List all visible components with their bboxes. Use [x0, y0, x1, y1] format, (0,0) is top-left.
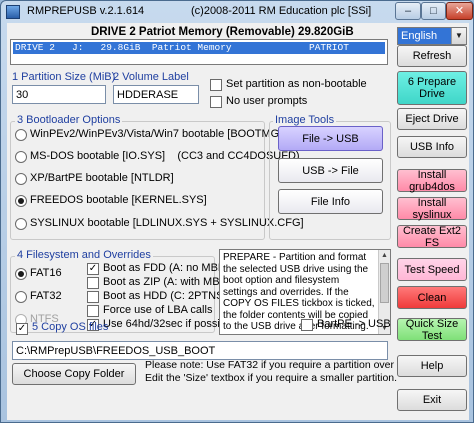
choose-copy-folder-button[interactable]: Choose Copy Folder — [12, 363, 136, 385]
boot-option-freedos-radio[interactable] — [15, 195, 27, 207]
install-grub4dos-button[interactable]: Install grub4dos — [397, 169, 467, 193]
create-ext2-button[interactable]: Create Ext2 FS — [397, 225, 467, 249]
force-lba-label: Force use of LBA calls — [103, 304, 213, 316]
partition-size-input[interactable]: 30 — [12, 85, 106, 104]
chevron-down-icon[interactable]: ▼ — [451, 28, 466, 44]
fat32-radio[interactable] — [15, 291, 27, 303]
language-select[interactable]: English ▼ — [397, 27, 467, 45]
no-prompts-label: No user prompts — [226, 95, 308, 107]
scroll-thumb[interactable] — [380, 263, 389, 303]
boot-option-xp-label: XP/BartPE bootable [NTLDR] — [30, 172, 174, 184]
copy-os-checkbox[interactable]: ✓ — [16, 323, 28, 335]
window-copyright: (c)2008-2011 RM Education plc [SSi] — [191, 5, 372, 17]
fat16-label: FAT16 — [30, 267, 62, 279]
main-panel: DRIVE 2 Patriot Memory (Removable) 29.82… — [7, 23, 469, 420]
clean-button[interactable]: Clean — [397, 286, 467, 309]
note-line-2: Edit the 'Size' textbox if you require a… — [145, 372, 398, 384]
drive-row-selected[interactable]: DRIVE 2 J: 29.8GiB Patriot Memory PATRIOT — [13, 42, 385, 54]
usb-to-file-button[interactable]: USB -> File — [278, 158, 383, 183]
boot-option-winpe-radio[interactable] — [15, 129, 27, 141]
test-speed-button[interactable]: Test Speed — [397, 258, 467, 281]
no-prompts-checkbox[interactable] — [210, 96, 222, 108]
filesystem-title: 4 Filesystem and Overrides — [15, 249, 153, 261]
boot-fdd-label: Boot as FDD (A: no MBR) — [103, 262, 230, 274]
minimize-icon[interactable]: – — [395, 2, 421, 20]
bartpe-checkbox[interactable] — [301, 319, 313, 331]
drive-list[interactable]: DRIVE 2 J: 29.8GiB Patriot Memory PATRIOT — [10, 39, 388, 65]
partition-size-label: 1 Partition Size (MiB) — [12, 71, 116, 83]
app-icon — [6, 5, 20, 19]
title-bar: RMPREPUSB v.2.1.614 (c)2008-2011 RM Educ… — [1, 1, 473, 23]
eject-drive-button[interactable]: Eject Drive — [397, 108, 467, 130]
file-info-button[interactable]: File Info — [278, 189, 383, 214]
language-value: English — [401, 30, 438, 42]
bartpe-label: BartPE -> USB — [317, 318, 391, 330]
window-title: RMPREPUSB v.2.1.614 — [27, 5, 145, 17]
fat32-label: FAT32 — [30, 290, 62, 302]
help-button[interactable]: Help — [397, 355, 467, 377]
fat16-radio[interactable] — [15, 268, 27, 280]
boot-option-msdos-label: MS-DOS bootable [IO.SYS] (CC3 and CC4DOS… — [30, 150, 300, 162]
close-icon[interactable]: ✕ — [446, 2, 473, 20]
boot-option-syslinux-label: SYSLINUX bootable [LDLINUX.SYS + SYSLINU… — [30, 217, 304, 229]
boot-fdd-checkbox[interactable]: ✓ — [87, 263, 99, 275]
volume-label-label: 2 Volume Label — [113, 71, 189, 83]
usb-info-button[interactable]: USB Info — [397, 136, 467, 158]
file-to-usb-button[interactable]: File -> USB — [278, 126, 383, 151]
boot-option-syslinux-radio[interactable] — [15, 218, 27, 230]
copy-os-label: 5 Copy OS files — [32, 321, 109, 333]
boot-zip-checkbox[interactable] — [87, 277, 99, 289]
boot-hdd-checkbox[interactable] — [87, 291, 99, 303]
use-64hd-label: Use 64hd/32sec if possible — [103, 318, 235, 330]
non-bootable-checkbox[interactable] — [210, 79, 222, 91]
image-tools-title: Image Tools — [273, 114, 337, 126]
non-bootable-label: Set partition as non-bootable — [226, 78, 367, 90]
drive-header: DRIVE 2 Patriot Memory (Removable) 29.82… — [91, 26, 354, 38]
quick-size-test-button[interactable]: Quick Size Test — [397, 318, 467, 342]
install-syslinux-button[interactable]: Install syslinux — [397, 197, 467, 221]
boot-zip-label: Boot as ZIP (A: with MBR) — [103, 276, 232, 288]
exit-button[interactable]: Exit — [397, 389, 467, 411]
boot-option-freedos-label: FREEDOS bootable [KERNEL.SYS] — [30, 194, 207, 206]
refresh-button[interactable]: Refresh — [397, 45, 467, 67]
prepare-drive-button[interactable]: 6 Prepare Drive — [397, 71, 467, 105]
app-window: RMPREPUSB v.2.1.614 (c)2008-2011 RM Educ… — [0, 0, 474, 423]
drive-row-label: PATRIOT — [309, 42, 349, 53]
force-lba-checkbox[interactable] — [87, 305, 99, 317]
volume-label-input[interactable]: HDDERASE — [113, 85, 199, 104]
drive-row-details: DRIVE 2 J: 29.8GiB Patriot Memory — [15, 42, 232, 53]
boot-hdd-label: Boot as HDD (C: 2PTNS) — [103, 290, 228, 302]
maximize-icon[interactable]: □ — [421, 2, 446, 20]
boot-option-xp-radio[interactable] — [15, 173, 27, 185]
scroll-up-icon[interactable]: ▲ — [379, 250, 390, 261]
boot-option-msdos-radio[interactable] — [15, 151, 27, 163]
copy-folder-path-input[interactable]: C:\RMPrepUSB\FREEDOS_USB_BOOT — [12, 341, 388, 360]
bootloader-title: 3 Bootloader Options — [15, 114, 123, 126]
